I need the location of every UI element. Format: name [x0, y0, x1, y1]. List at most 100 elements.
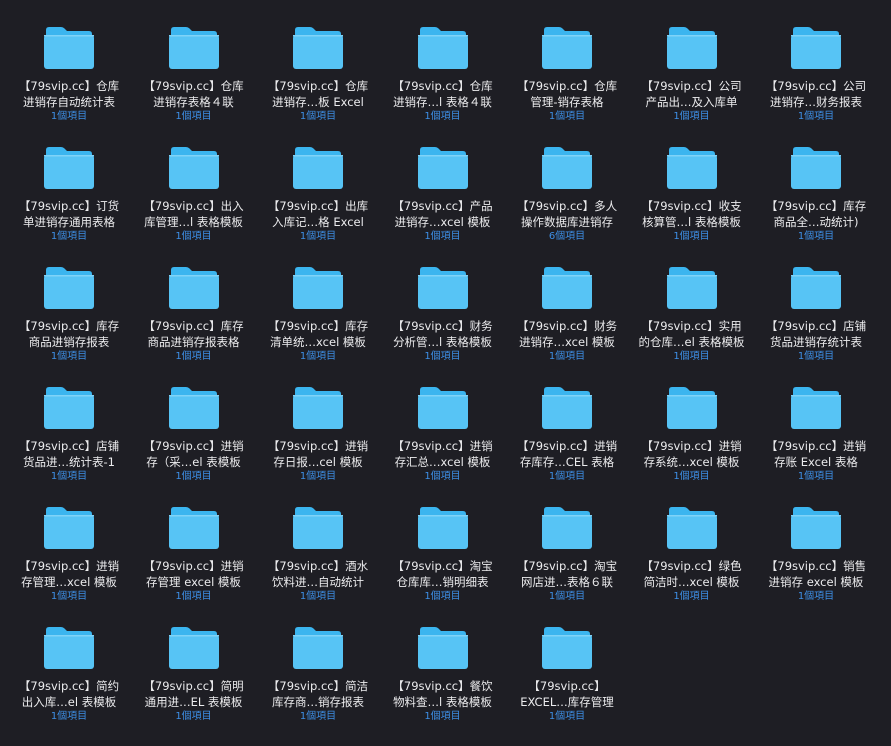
folder-name-line-1: 【79svip.cc】进销 — [765, 439, 867, 453]
item-count-label: 1個項目 — [50, 231, 88, 242]
folder-name: 【79svip.cc】酒水 饮料进…自动统计 — [268, 559, 368, 590]
folder-item[interactable]: 【79svip.cc】库存 商品进销存报表格 1個項目 — [132, 266, 256, 363]
item-count-label: 1個項目 — [548, 591, 586, 602]
folder-item[interactable]: 【79svip.cc】仓库 进销存表格４联 1個項目 — [132, 26, 256, 123]
folder-item[interactable]: 【79svip.cc】简约 出入库…el 表模板 1個項目 — [7, 626, 131, 723]
folder-name-line-1: 【79svip.cc】仓库 — [143, 79, 244, 93]
folder-item[interactable]: 【79svip.cc】进销 存管理 excel 模板 1個項目 — [132, 506, 256, 603]
folder-name-line-1: 【79svip.cc】库存 — [143, 319, 244, 333]
item-count-label: 1個項目 — [424, 471, 461, 482]
folder-item[interactable]: 【79svip.cc】实用 的仓库…el 表格模板 1個項目 — [630, 266, 754, 363]
folder-name-line-1: 【79svip.cc】餐饮 — [392, 679, 493, 693]
folder-name: 【79svip.cc】财务 进销存…xcel 模板 — [517, 319, 617, 350]
folder-item[interactable]: 【79svip.cc】收支 核算管…l 表格模板 1個項目 — [630, 146, 754, 243]
folder-icon — [44, 627, 94, 669]
folder-item[interactable]: 【79svip.cc】公司 进销存…财务报表 1個項目 — [754, 26, 878, 123]
folder-icon — [791, 507, 841, 549]
folder-item[interactable]: 【79svip.cc】财务 进销存…xcel 模板 1個項目 — [505, 266, 629, 363]
folder-item[interactable]: 【79svip.cc】进销 存汇总…xcel 模板 1個項目 — [381, 386, 505, 483]
folder-name-line-2: 出入库…el 表模板 — [21, 694, 117, 709]
folder-item[interactable]: 【79svip.cc】多人 操作数据库进销存 6個項目 — [505, 146, 629, 243]
folder-item[interactable]: 【79svip.cc】淘宝 仓库库…销明细表 1個項目 — [381, 506, 505, 603]
folder-item[interactable]: 【79svip.cc】销售 进销存 excel 模板 1個項目 — [754, 506, 878, 603]
folder-icon — [542, 387, 592, 429]
folder-item[interactable]: 【79svip.cc】库存 商品全…动统计) 1個項目 — [754, 146, 878, 243]
folder-name: 【79svip.cc】进销 存系统…xcel 模板 — [641, 439, 741, 470]
folder-icon — [542, 507, 592, 549]
folder-item[interactable]: 【79svip.cc】出入 库管理…l 表格模板 1個項目 — [132, 146, 256, 243]
folder-item[interactable]: 【79svip.cc】店铺 货品进…统计表-1 1個項目 — [7, 386, 131, 483]
folder-name: 【79svip.cc】财务 分析管…l 表格模板 — [392, 319, 492, 350]
folder-icon — [168, 147, 219, 189]
item-count-label: 1個項目 — [175, 111, 212, 122]
folder-name-line-2: 进销存表格４联 — [153, 94, 234, 109]
folder-icon — [417, 507, 468, 549]
folder-icon — [417, 267, 468, 309]
folder-name-line-2: 存管理 excel 模板 — [146, 574, 241, 589]
folder-name-line-2: 分析管…l 表格模板 — [393, 334, 492, 349]
folder-name: 【79svip.cc】仓库 进销存自动统计表 — [19, 79, 119, 110]
folder-icon — [44, 387, 94, 429]
folder-name-line-2: 简洁时…xcel 模板 — [643, 574, 740, 589]
item-count-label: 1個項目 — [299, 471, 337, 482]
folder-name-line-1: 【79svip.cc】淘宝 — [516, 559, 618, 573]
folder-item[interactable]: 【79svip.cc】简明 通用进…EL 表模板 1個項目 — [132, 626, 256, 723]
folder-item[interactable]: 【79svip.cc】产品 进销存…xcel 模板 1個項目 — [381, 146, 505, 243]
folder-item[interactable]: 【79svip.cc】淘宝 网店进…表格６联 1個項目 — [505, 506, 629, 603]
item-count-label: 1個項目 — [299, 351, 337, 362]
item-count-label: 1個項目 — [50, 711, 88, 722]
folder-item[interactable]: 【79svip.cc】进销 存库存…CEL 表格 1個項目 — [505, 386, 629, 483]
folder-item[interactable]: 【79svip.cc】仓库 进销存…板 Excel 1個項目 — [256, 26, 380, 123]
folder-item[interactable]: 【79svip.cc】出库 入库记…格 Excel 1個項目 — [256, 146, 380, 243]
folder-item[interactable]: 【79svip.cc】进销 存系统…xcel 模板 1個項目 — [630, 386, 754, 483]
folder-item[interactable]: 【79svip.cc】酒水 饮料进…自动统计 1個項目 — [256, 506, 380, 603]
folder-item[interactable]: 【79svip.cc】进销 存管理…xcel 模板 1個項目 — [7, 506, 131, 603]
folder-item[interactable]: 【79svip.cc】仓库 管理-销存表格 1個項目 — [505, 26, 629, 123]
folder-name-line-2: 存系统…xcel 模板 — [643, 454, 740, 469]
folder-name-line-2: 进销存 excel 模板 — [768, 574, 864, 589]
folder-name-line-1: 【79svip.cc】酒水 — [267, 559, 369, 573]
folder-name: 【79svip.cc】实用 的仓库…el 表格模板 — [639, 319, 745, 350]
folder-name: 【79svip.cc】收支 核算管…l 表格模板 — [641, 199, 741, 230]
item-count-label: 1個項目 — [424, 351, 461, 362]
folder-name-line-2: 通用进…EL 表模板 — [144, 694, 243, 709]
folder-name-line-2: 库存商…销存报表 — [271, 694, 364, 709]
folder-name-line-1: 【79svip.cc】店铺 — [18, 439, 120, 453]
folder-item[interactable]: 【79svip.cc】 EXCEL…库存管理 1個項目 — [505, 626, 629, 723]
folder-item[interactable]: 【79svip.cc】公司 产品出…及入库单 1個項目 — [630, 26, 754, 123]
folder-item[interactable]: 【79svip.cc】简洁 库存商…销存报表 1個項目 — [256, 626, 380, 723]
folder-name-line-2: 产品出…及入库单 — [645, 94, 738, 109]
folder-icon — [293, 147, 343, 189]
folder-item[interactable]: 【79svip.cc】店铺 货品进销存统计表 1個項目 — [754, 266, 878, 363]
folder-name-line-1: 【79svip.cc】库存 — [765, 199, 867, 213]
folder-name-line-1: 【79svip.cc】简洁 — [267, 679, 369, 693]
folder-name: 【79svip.cc】简明 通用进…EL 表模板 — [143, 679, 243, 710]
folder-item[interactable]: 【79svip.cc】订货 单进销存通用表格 1個項目 — [7, 146, 131, 243]
folder-name: 【79svip.cc】多人 操作数据库进销存 — [517, 199, 617, 230]
folder-item[interactable]: 【79svip.cc】进销 存日报…cel 模板 1個項目 — [256, 386, 380, 483]
folder-item[interactable]: 【79svip.cc】库存 商品进销存报表 1個項目 — [7, 266, 131, 363]
folder-icon — [666, 267, 717, 309]
folder-item[interactable]: 【79svip.cc】进销 存（采…el 表模板 1個項目 — [132, 386, 256, 483]
folder-item[interactable]: 【79svip.cc】仓库 进销存…l 表格４联 1個項目 — [381, 26, 505, 123]
folder-icon — [44, 507, 94, 549]
folder-name-line-1: 【79svip.cc】财务 — [392, 319, 493, 333]
folder-item[interactable]: 【79svip.cc】财务 分析管…l 表格模板 1個項目 — [381, 266, 505, 363]
folder-name-line-2: 存日报…cel 模板 — [273, 454, 363, 469]
folder-name: 【79svip.cc】绿色 简洁时…xcel 模板 — [641, 559, 741, 590]
folder-name-line-2: 仓库库…销明细表 — [396, 574, 489, 589]
folder-name-line-1: 【79svip.cc】仓库 — [392, 79, 493, 93]
folder-item[interactable]: 【79svip.cc】餐饮 物料查…l 表格模板 1個項目 — [381, 626, 505, 723]
folder-name-line-1: 【79svip.cc】公司 — [641, 79, 742, 93]
folder-item[interactable]: 【79svip.cc】进销 存账 Excel 表格 1個項目 — [754, 386, 878, 483]
folder-item[interactable]: 【79svip.cc】仓库 进销存自动统计表 1個項目 — [7, 26, 131, 123]
item-count-label: 1個項目 — [50, 111, 88, 122]
folder-name-line-2: 商品进销存报表 — [28, 334, 110, 349]
folder-name: 【79svip.cc】餐饮 物料查…l 表格模板 — [392, 679, 492, 710]
folder-name-line-1: 【79svip.cc】订货 — [18, 199, 120, 213]
folder-name-line-2: 管理-销存表格 — [530, 94, 604, 109]
folder-item[interactable]: 【79svip.cc】库存 清单统…xcel 模板 1個項目 — [256, 266, 380, 363]
item-count-label: 1個項目 — [424, 111, 461, 122]
folder-item[interactable]: 【79svip.cc】绿色 简洁时…xcel 模板 1個項目 — [630, 506, 754, 603]
folder-name-line-2: 饮料进…自动统计 — [271, 574, 364, 589]
